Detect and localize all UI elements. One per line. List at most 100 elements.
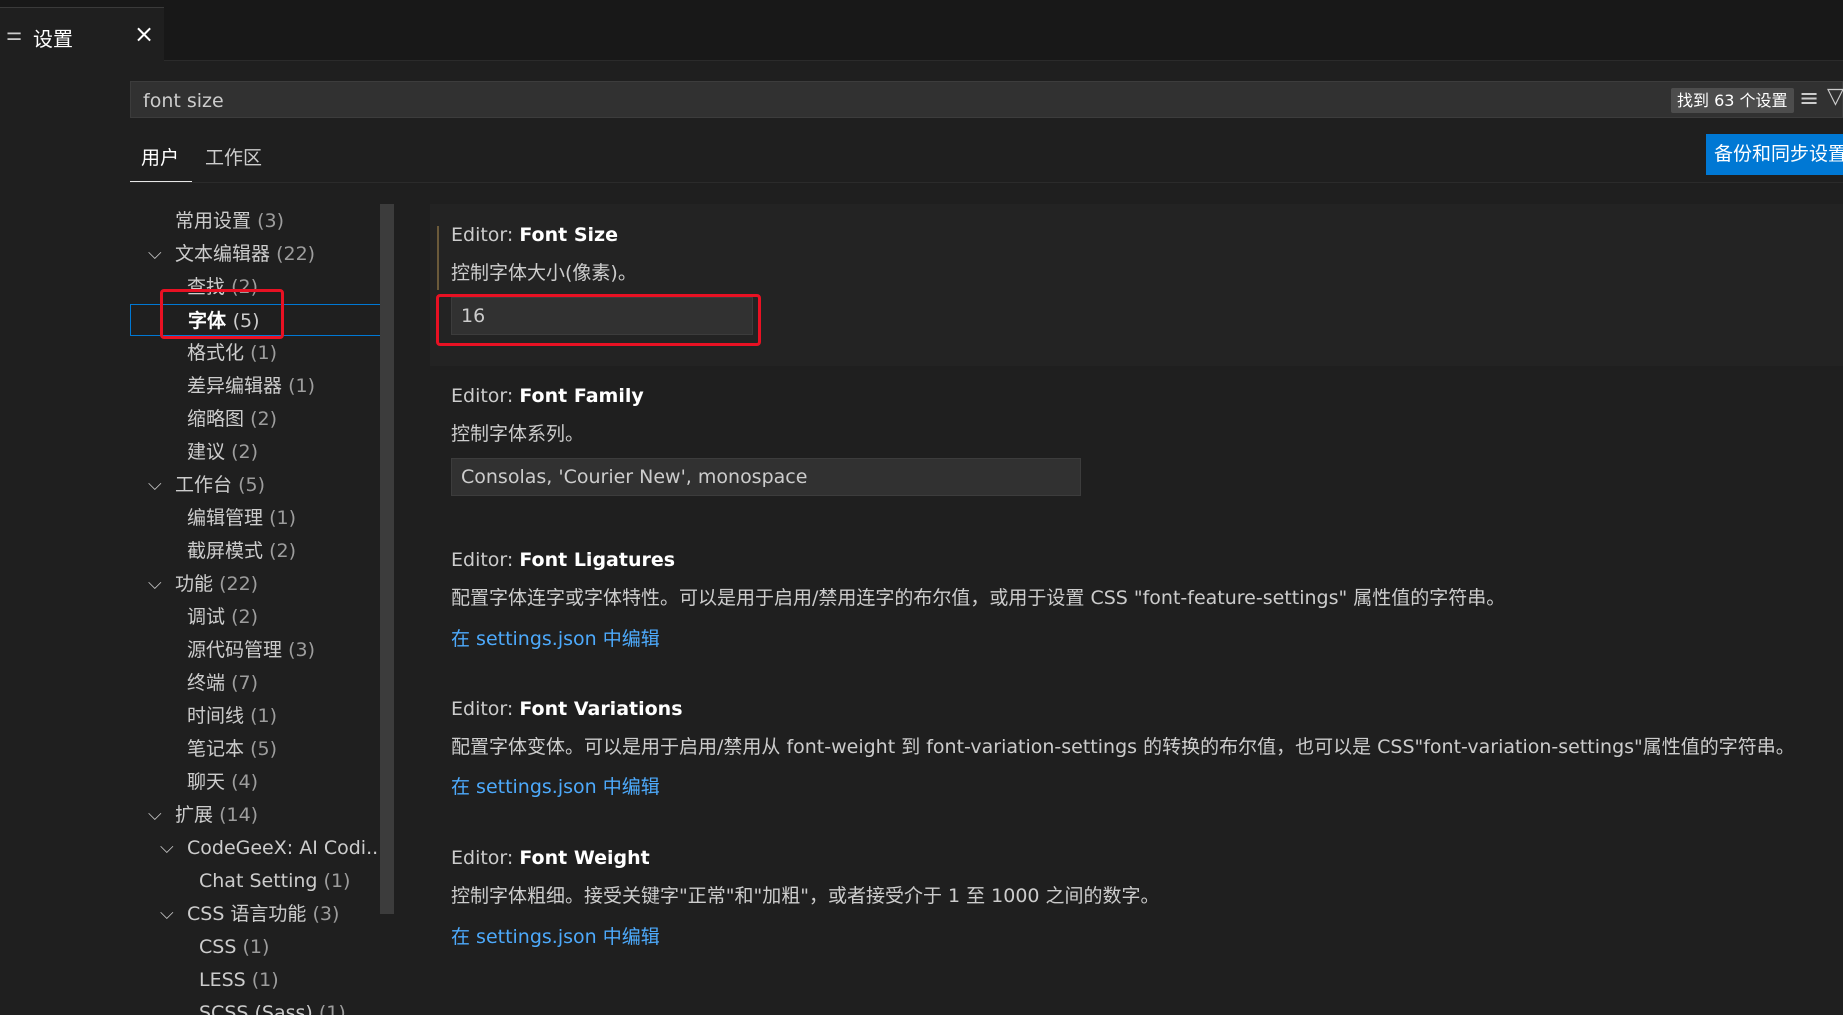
toc-item[interactable]: 截屏模式 (2) <box>130 535 394 567</box>
chevron-down-icon[interactable]: ⌵ <box>160 898 174 930</box>
toc-item[interactable]: ⌵ 文本编辑器 (22) <box>130 238 394 270</box>
toc-item-label: CSS 语言功能 (3) <box>187 898 339 930</box>
toc-item[interactable]: 源代码管理 (3) <box>130 634 394 666</box>
toc-count: (7) <box>231 672 258 694</box>
settings-toc: 常用设置 (3) ⌵ 文本编辑器 (22) 查找 (2) 字体 (5) 格式化 (1) 差异… <box>130 204 394 1015</box>
chevron-down-icon[interactable]: ⌵ <box>148 799 162 831</box>
toc-label-text: 功能 <box>175 573 214 595</box>
toc-item[interactable]: 时间线 (1) <box>130 700 394 732</box>
toc-label-text: CodeGeeX: AI Codi... <box>187 837 385 859</box>
setting-font-variations: Editor: Font Variations 配置字体变体。可以是用于启用/禁… <box>430 690 1843 820</box>
toc-item[interactable]: 调试 (2) <box>130 601 394 633</box>
font-family-input[interactable] <box>451 458 1081 496</box>
toc-item[interactable]: ⌵ CSS 语言功能 (3) <box>130 898 394 930</box>
edit-in-settings-json-link[interactable]: 在 settings.json 中编辑 <box>451 624 660 651</box>
toc-label-text: 扩展 <box>175 804 214 826</box>
toc-count: (2) <box>231 276 258 298</box>
toc-item[interactable]: ⌵ 功能 (22) <box>130 568 394 600</box>
toc-item-label: 工作台 (5) <box>175 469 265 501</box>
toc-item-selected[interactable]: 字体 (5) <box>130 304 394 336</box>
toc-item-label: 功能 (22) <box>175 568 258 600</box>
toc-item-label: LESS (1) <box>199 964 279 996</box>
toc-count: (1) <box>250 705 277 727</box>
toc-count: (5) <box>238 474 265 496</box>
toc-count: (1) <box>242 936 270 958</box>
toc-count: (1) <box>250 342 277 364</box>
toc-scrollbar[interactable] <box>380 204 394 914</box>
setting-description: 控制字体粗细。接受关键字"正常"和"加粗"，或者接受介于 1 至 1000 之间… <box>451 885 1160 907</box>
toc-label-text: 工作台 <box>175 474 233 496</box>
setting-title: Editor: Font Weight <box>451 847 650 869</box>
toc-item[interactable]: 差异编辑器 (1) <box>130 370 394 402</box>
toc-item[interactable]: 聊天 (4) <box>130 766 394 798</box>
setting-title: Editor: Font Ligatures <box>451 549 676 571</box>
toc-item[interactable]: LESS (1) <box>130 964 394 996</box>
edit-in-settings-json-link[interactable]: 在 settings.json 中编辑 <box>451 772 660 799</box>
filter-icon[interactable]: ▽ <box>1827 84 1843 109</box>
toc-label-text: 建议 <box>187 441 226 463</box>
close-icon[interactable]: × <box>134 20 154 48</box>
setting-description: 控制字体大小(像素)。 <box>451 262 637 284</box>
toc-label-text: 文本编辑器 <box>175 243 271 265</box>
setting-title: Editor: Font Variations <box>451 698 683 720</box>
setting-description: 配置字体变体。可以是用于启用/禁用从 font-weight 到 font-va… <box>451 736 1795 758</box>
setting-font-family: Editor: Font Family 控制字体系列。 <box>430 366 1843 513</box>
toc-count: (1) <box>288 375 315 397</box>
toc-count: (2) <box>250 408 277 430</box>
toc-count: (5) <box>250 738 277 760</box>
toc-count: (3) <box>312 903 340 925</box>
chevron-down-icon[interactable]: ⌵ <box>148 238 162 270</box>
chevron-down-icon[interactable]: ⌵ <box>160 832 174 864</box>
toc-item[interactable]: 终端 (7) <box>130 667 394 699</box>
setting-description: 配置字体连字或字体特性。可以是用于启用/禁用连字的布尔值，或用于设置 CSS "… <box>451 587 1506 609</box>
toc-item-label: SCSS (Sass) (1) <box>199 997 346 1015</box>
toc-item[interactable]: 查找 (2) <box>130 271 394 303</box>
toc-item[interactable]: SCSS (Sass) (1) <box>130 997 394 1015</box>
toc-count: (3) <box>288 639 315 661</box>
toc-label-text: 调试 <box>187 606 226 628</box>
toc-item-label: 调试 (2) <box>187 601 258 633</box>
toc-item[interactable]: 笔记本 (5) <box>130 733 394 765</box>
toc-item[interactable]: 编辑管理 (1) <box>130 502 394 534</box>
chevron-down-icon[interactable]: ⌵ <box>148 469 162 501</box>
tab-workspace[interactable]: 工作区 <box>205 143 262 178</box>
toc-item[interactable]: 常用设置 (3) <box>130 205 394 237</box>
setting-font-weight: Editor: Font Weight 控制字体粗细。接受关键字"正常"和"加粗… <box>430 839 1843 969</box>
toc-item[interactable]: ⌵ 工作台 (5) <box>130 469 394 501</box>
settings-tab[interactable]: ⚌ 设置 × <box>0 7 164 61</box>
toc-item[interactable]: 格式化 (1) <box>130 337 394 369</box>
toc-count: (2) <box>231 606 258 628</box>
clear-filter-icon[interactable]: ≡ <box>1799 84 1819 112</box>
toc-label-text: 常用设置 <box>175 210 252 232</box>
toc-count: (22) <box>219 573 259 595</box>
toc-item-label: 常用设置 (3) <box>175 205 284 237</box>
tab-user[interactable]: 用户 <box>141 143 179 178</box>
toc-count: (5) <box>232 310 260 332</box>
toc-item[interactable]: ⌵ 扩展 (14) <box>130 799 394 831</box>
toc-item-label: 查找 (2) <box>187 271 258 303</box>
toc-item-label: 字体 (5) <box>188 305 260 337</box>
toc-item-label: 源代码管理 (3) <box>187 634 315 666</box>
toc-count: (4) <box>231 771 258 793</box>
toc-item[interactable]: CSS (1) <box>130 931 394 963</box>
toc-item[interactable]: ⌵ CodeGeeX: AI Codi... (1) <box>130 832 394 864</box>
toc-item[interactable]: 缩略图 (2) <box>130 403 394 435</box>
toc-label-text: 字体 <box>188 310 227 332</box>
toc-item[interactable]: 建议 (2) <box>130 436 394 468</box>
toc-item-label: 格式化 (1) <box>187 337 277 369</box>
toc-item-label: 聊天 (4) <box>187 766 258 798</box>
chevron-down-icon[interactable]: ⌵ <box>148 568 162 600</box>
toc-count: (1) <box>251 969 279 991</box>
edit-in-settings-json-link[interactable]: 在 settings.json 中编辑 <box>451 922 660 949</box>
toc-label-text: 查找 <box>187 276 226 298</box>
font-size-input[interactable] <box>451 297 753 335</box>
toc-item[interactable]: Chat Setting (1) <box>130 865 394 897</box>
setting-font-ligatures: Editor: Font Ligatures 配置字体连字或字体特性。可以是用于… <box>430 541 1843 671</box>
toc-count: (2) <box>231 441 258 463</box>
toc-item-label: 终端 (7) <box>187 667 258 699</box>
backup-sync-button[interactable]: 备份和同步设置 <box>1706 134 1843 175</box>
toc-item-label: 缩略图 (2) <box>187 403 277 435</box>
toc-item-label: 差异编辑器 (1) <box>187 370 315 402</box>
toc-item-label: 编辑管理 (1) <box>187 502 296 534</box>
settings-search-input[interactable] <box>141 82 1645 119</box>
